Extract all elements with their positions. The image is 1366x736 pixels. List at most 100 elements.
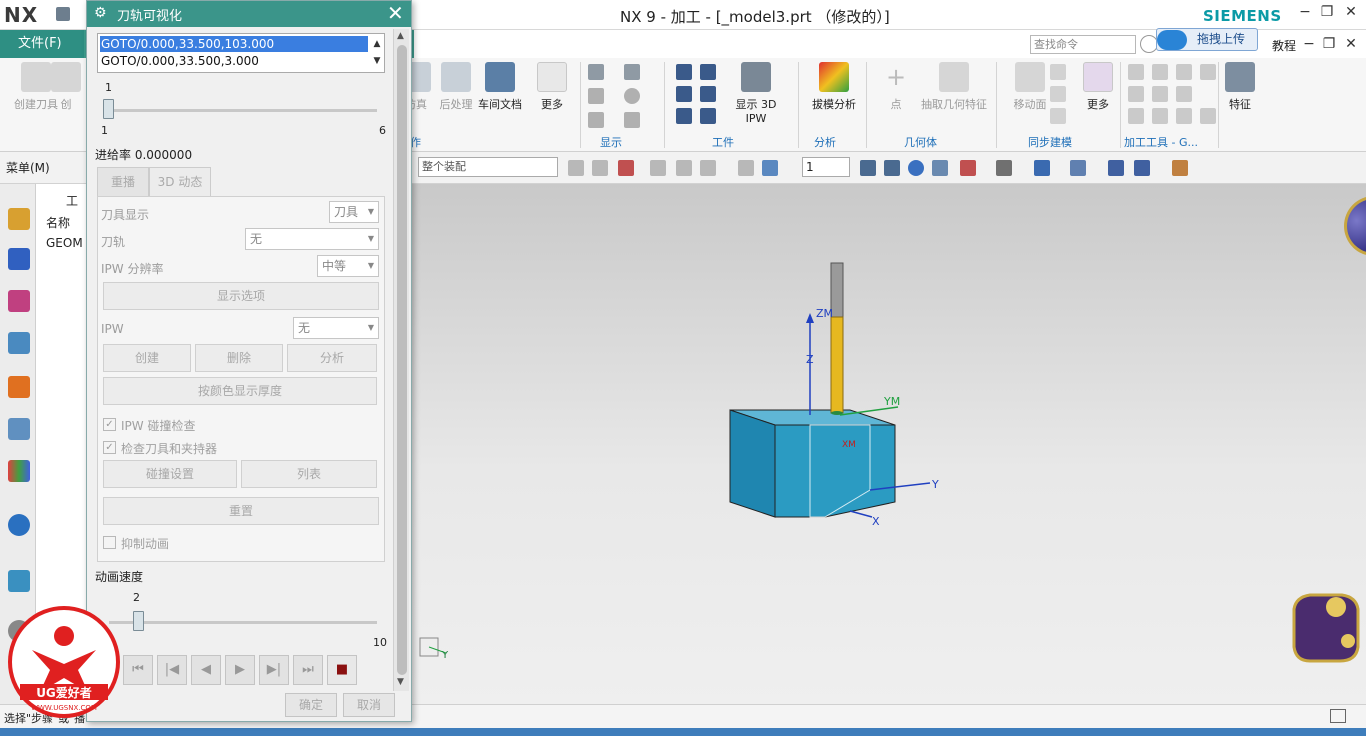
reuse-library-icon[interactable]	[8, 460, 30, 482]
machining-feature-navigator-icon[interactable]	[8, 418, 30, 440]
measure-icon[interactable]	[1172, 160, 1188, 176]
display-small-icon[interactable]	[624, 112, 640, 128]
tool-small-icon[interactable]	[1152, 64, 1168, 80]
position-slider-thumb[interactable]	[103, 99, 114, 119]
stop-button[interactable]: ■	[327, 655, 357, 685]
workpiece-small-icon[interactable]	[676, 86, 692, 102]
feature-button[interactable]: 特征	[1208, 58, 1272, 112]
file-menu-tab[interactable]: 文件(F)	[0, 30, 84, 58]
section-icon[interactable]	[1070, 160, 1086, 176]
create-button[interactable]: 创建	[103, 344, 191, 372]
edge-display-icon[interactable]	[1034, 160, 1050, 176]
create-button-partial[interactable]: 创	[46, 58, 86, 112]
list-spin-icon[interactable]: ▲ ▼	[370, 36, 384, 70]
close-icon[interactable]: ✕	[387, 2, 404, 24]
restore-button[interactable]: ❐	[1318, 4, 1336, 20]
ipw-collision-checkbox[interactable]: ✓	[103, 418, 116, 431]
collision-settings-button[interactable]: 碰撞设置	[103, 460, 237, 488]
command-search-input[interactable]: 查找命令	[1030, 35, 1136, 54]
scroll-thumb[interactable]	[397, 45, 407, 675]
step-back-button[interactable]: |◀	[157, 655, 187, 685]
menu-button[interactable]: 菜单(M)	[6, 159, 50, 176]
part-navigator-icon[interactable]	[8, 208, 30, 230]
pan-icon[interactable]	[932, 160, 948, 176]
snap-icon[interactable]	[676, 160, 692, 176]
minimize-button[interactable]: −	[1296, 4, 1314, 20]
shaded-icon[interactable]	[738, 160, 754, 176]
workpiece-small-icon[interactable]	[700, 86, 716, 102]
tool-small-icon[interactable]	[1152, 86, 1168, 102]
analyze-button[interactable]: 分析	[287, 344, 377, 372]
cancel-button[interactable]: 取消	[343, 693, 395, 717]
assembly-navigator-icon[interactable]	[8, 248, 30, 270]
fit-view-icon[interactable]	[860, 160, 876, 176]
clip-icon[interactable]	[1108, 160, 1124, 176]
display-small-icon[interactable]	[588, 64, 604, 80]
delete-button[interactable]: 删除	[195, 344, 283, 372]
goto-listbox[interactable]: GOTO/0.000,33.500,103.000 GOTO/0.000,33.…	[97, 33, 385, 73]
web-browser-icon[interactable]	[8, 570, 30, 592]
play-button[interactable]: ▶	[225, 655, 255, 685]
scroll-up-icon[interactable]: ▲	[397, 31, 404, 41]
navigator-item-geom[interactable]: GEOM	[46, 236, 83, 250]
snap-icon[interactable]	[568, 160, 584, 176]
tool-small-icon[interactable]	[1176, 108, 1192, 124]
tab-3d-dynamic[interactable]: 3D 动态	[149, 167, 211, 197]
skip-to-start-button[interactable]: ⏮	[123, 655, 153, 685]
display-options-button[interactable]: 显示选项	[103, 282, 379, 310]
fullscreen-icon[interactable]	[1330, 709, 1346, 723]
sync-small-icon[interactable]	[1050, 64, 1066, 80]
machine-tool-navigator-icon[interactable]	[8, 376, 30, 398]
rotate-icon[interactable]	[908, 160, 924, 176]
select-box-icon[interactable]	[700, 160, 716, 176]
close-button[interactable]: ✕	[1342, 4, 1360, 20]
suppress-animation-checkbox[interactable]	[103, 536, 116, 549]
skip-to-end-button[interactable]: ⏭	[293, 655, 323, 685]
workpiece-small-icon[interactable]	[676, 64, 692, 80]
work-layer-select[interactable]: 1	[802, 157, 850, 177]
ipw-resolution-select[interactable]: 中等 ▼	[317, 255, 379, 277]
ipw-select[interactable]: 无 ▼	[293, 317, 379, 339]
sync-small-icon[interactable]	[1050, 108, 1066, 124]
speed-slider-track[interactable]	[109, 621, 377, 624]
reset-button[interactable]: 重置	[103, 497, 379, 525]
assembly-filter-select[interactable]: 整个装配	[418, 157, 558, 177]
snap-icon[interactable]	[592, 160, 608, 176]
cube-icon[interactable]	[762, 160, 778, 176]
clip-icon[interactable]	[1134, 160, 1150, 176]
constraint-navigator-icon[interactable]	[8, 290, 30, 312]
doc-minimize-button[interactable]: −	[1300, 36, 1318, 52]
speed-slider-thumb[interactable]	[132, 611, 144, 631]
tool-small-icon[interactable]	[1128, 64, 1144, 80]
display-small-icon[interactable]	[588, 88, 604, 104]
display-small-icon[interactable]	[624, 88, 640, 104]
toolpath-select[interactable]: 无 ▼	[245, 228, 379, 250]
tab-replay[interactable]: 重播	[97, 167, 149, 197]
display-small-icon[interactable]	[624, 64, 640, 80]
tool-small-icon[interactable]	[1128, 86, 1144, 102]
dialog-scrollbar[interactable]: ▲ ▼	[393, 29, 409, 691]
view-orient-icon[interactable]	[996, 160, 1012, 176]
more-button-1[interactable]: 更多	[520, 58, 584, 112]
info-icon[interactable]	[8, 514, 30, 536]
workpiece-small-icon[interactable]	[676, 108, 692, 124]
save-icon[interactable]	[56, 7, 70, 21]
zoom-icon[interactable]	[884, 160, 900, 176]
workpiece-small-icon[interactable]	[700, 64, 716, 80]
list-button[interactable]: 列表	[241, 460, 377, 488]
tutorial-link[interactable]: 教程	[1272, 37, 1296, 54]
tool-small-icon[interactable]	[1176, 64, 1192, 80]
scroll-down-icon[interactable]: ▼	[397, 677, 404, 687]
navigator-column-header[interactable]: 名称	[46, 214, 70, 231]
model-3d[interactable]: ZM Z YM Y X XM	[700, 255, 960, 545]
goto-row-selected[interactable]: GOTO/0.000,33.500,103.000	[100, 36, 368, 52]
tool-display-select[interactable]: 刀具 ▼	[329, 201, 379, 223]
step-forward-button[interactable]: ▶|	[259, 655, 289, 685]
cloud-upload-icon[interactable]	[1157, 30, 1187, 50]
render-style-icon[interactable]	[960, 160, 976, 176]
ok-button[interactable]: 确定	[285, 693, 337, 717]
sync-small-icon[interactable]	[1050, 86, 1066, 102]
gear-icon[interactable]: ⚙	[94, 5, 107, 21]
extract-geometry-button[interactable]: 抽取几何特征	[918, 58, 990, 112]
snap-icon[interactable]	[650, 160, 666, 176]
